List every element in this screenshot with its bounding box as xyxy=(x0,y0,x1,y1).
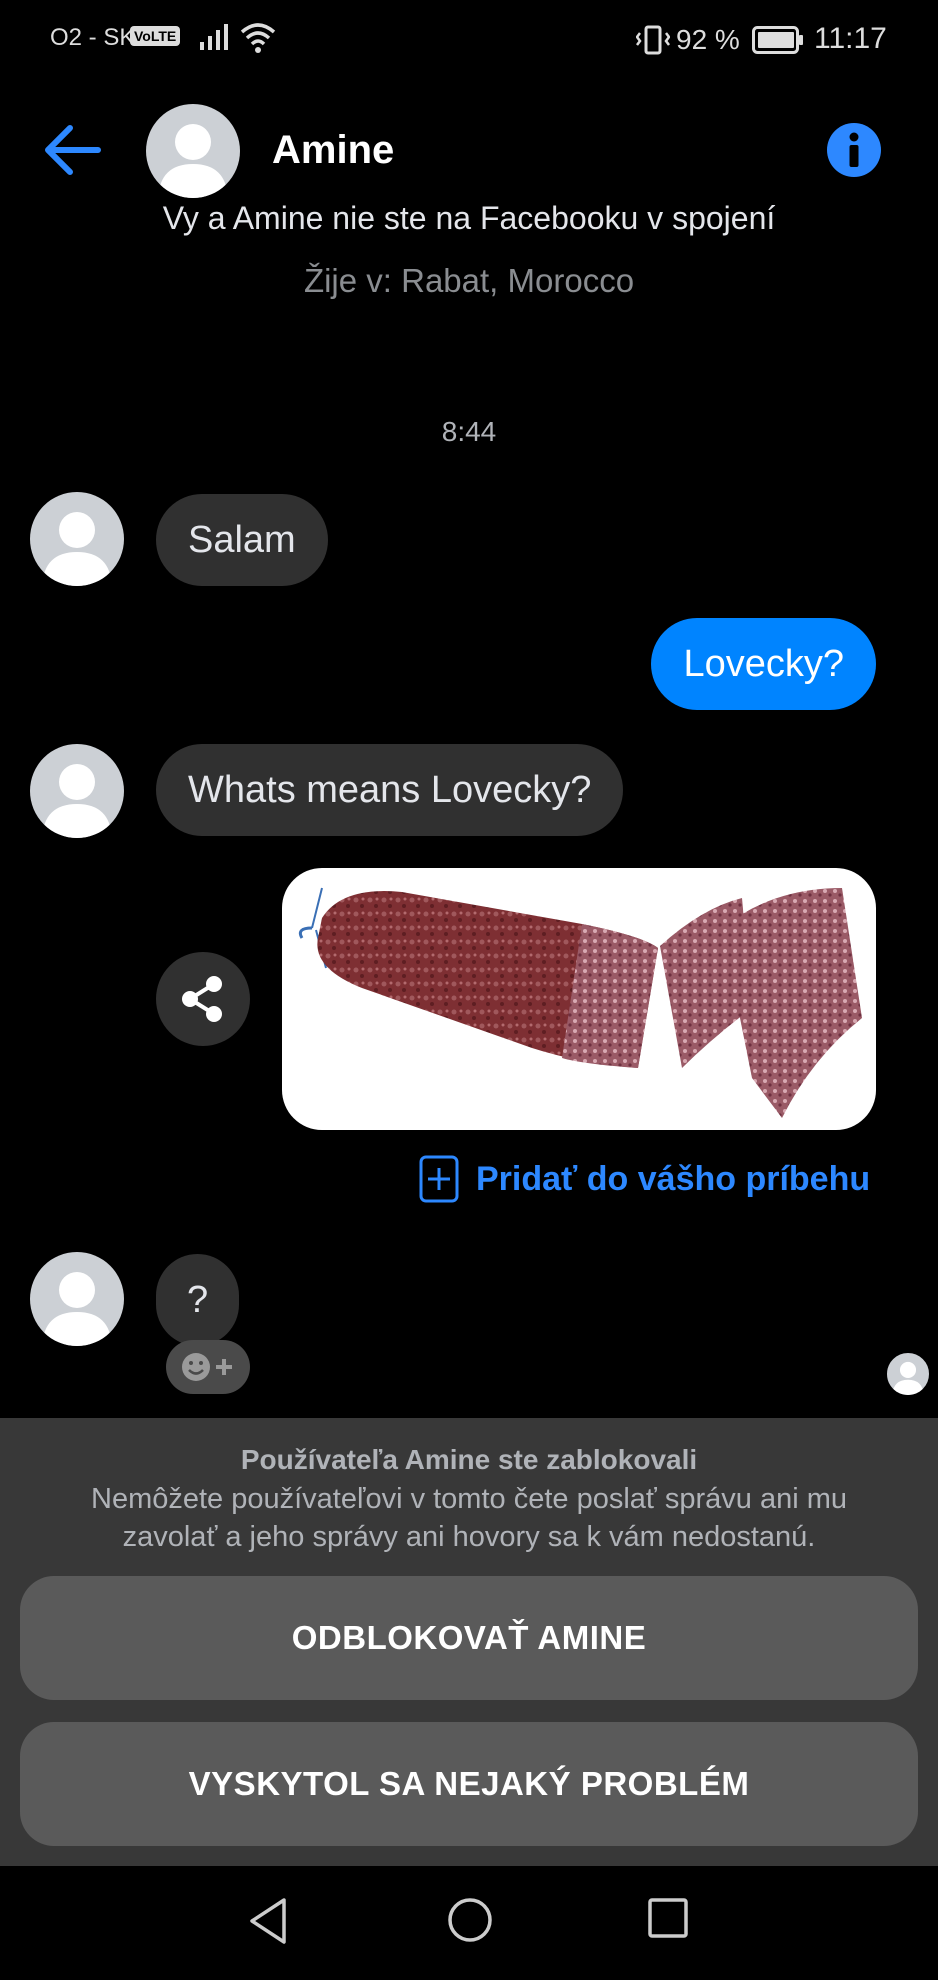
connection-text: Vy a Amine nie ste na Facebooku v spojen… xyxy=(162,200,776,236)
info-icon xyxy=(827,123,881,177)
share-icon xyxy=(182,976,222,1022)
volte-badge: VoLTE xyxy=(130,26,181,46)
blocked-notice-panel: Používateľa Amine ste zablokovali Nemôže… xyxy=(0,1418,938,1866)
battery-percent: 92 % xyxy=(676,24,740,55)
seen-indicator-avatar xyxy=(886,1352,930,1396)
unblock-button[interactable]: ODBLOKOVAŤ AMINE xyxy=(20,1576,918,1700)
person-silhouette-icon xyxy=(42,512,112,586)
battery-icon xyxy=(752,26,803,54)
carrier-label: O2 - SK xyxy=(50,24,136,51)
sausage-photo[interactable] xyxy=(282,868,876,1130)
blocked-description: Nemôžete používateľovi v tomto čete posl… xyxy=(91,1483,847,1553)
lives-in-text: Žije v: Rabat, Morocco xyxy=(303,262,635,299)
emoji-plus-icon xyxy=(182,1353,232,1381)
message-bubble-incoming[interactable]: ? xyxy=(156,1254,240,1346)
status-clock: 11:17 xyxy=(814,22,887,55)
message-timestamp: 8:44 xyxy=(441,416,497,447)
nav-back-icon[interactable] xyxy=(246,1896,292,1946)
add-story-icon xyxy=(419,1155,459,1203)
contact-avatar[interactable] xyxy=(146,104,240,198)
person-silhouette-icon xyxy=(42,1272,112,1346)
system-nav-bar xyxy=(0,1866,938,1980)
person-silhouette-icon xyxy=(42,764,112,838)
contact-avatar-small[interactable] xyxy=(30,744,124,838)
signal-icon xyxy=(200,24,228,50)
person-silhouette-icon xyxy=(158,124,228,198)
add-reaction-button[interactable] xyxy=(166,1340,250,1394)
share-button[interactable] xyxy=(156,952,250,1046)
contact-avatar-small[interactable] xyxy=(30,492,124,586)
nav-recents-icon[interactable] xyxy=(646,1896,690,1940)
add-to-story-label: Pridať do vášho príbehu xyxy=(476,1159,871,1198)
add-to-story-button[interactable]: Pridať do vášho príbehu xyxy=(418,1154,870,1204)
person-silhouette-icon xyxy=(892,1361,924,1395)
message-bubble-incoming[interactable]: Salam xyxy=(156,494,328,586)
report-problem-button[interactable]: VYSKYTOL SA NEJAKÝ PROBLÉM xyxy=(20,1722,918,1846)
message-bubble-outgoing[interactable]: Lovecky? xyxy=(651,618,876,710)
nav-home-icon[interactable] xyxy=(446,1896,494,1944)
contact-name[interactable]: Amine xyxy=(272,128,394,173)
wifi-icon xyxy=(240,23,276,53)
arrow-left-icon xyxy=(45,125,101,175)
status-bar: O2 - SK VoLTE 92 % 11:17 xyxy=(0,0,938,80)
contact-avatar-small[interactable] xyxy=(30,1252,124,1346)
message-bubble-incoming[interactable]: Whats means Lovecky? xyxy=(156,744,624,836)
sausage-image xyxy=(298,887,862,1118)
vibrate-icon xyxy=(636,25,670,55)
info-button[interactable] xyxy=(826,122,882,178)
blocked-title: Používateľa Amine ste zablokovali xyxy=(240,1444,698,1475)
back-button[interactable] xyxy=(40,118,104,182)
